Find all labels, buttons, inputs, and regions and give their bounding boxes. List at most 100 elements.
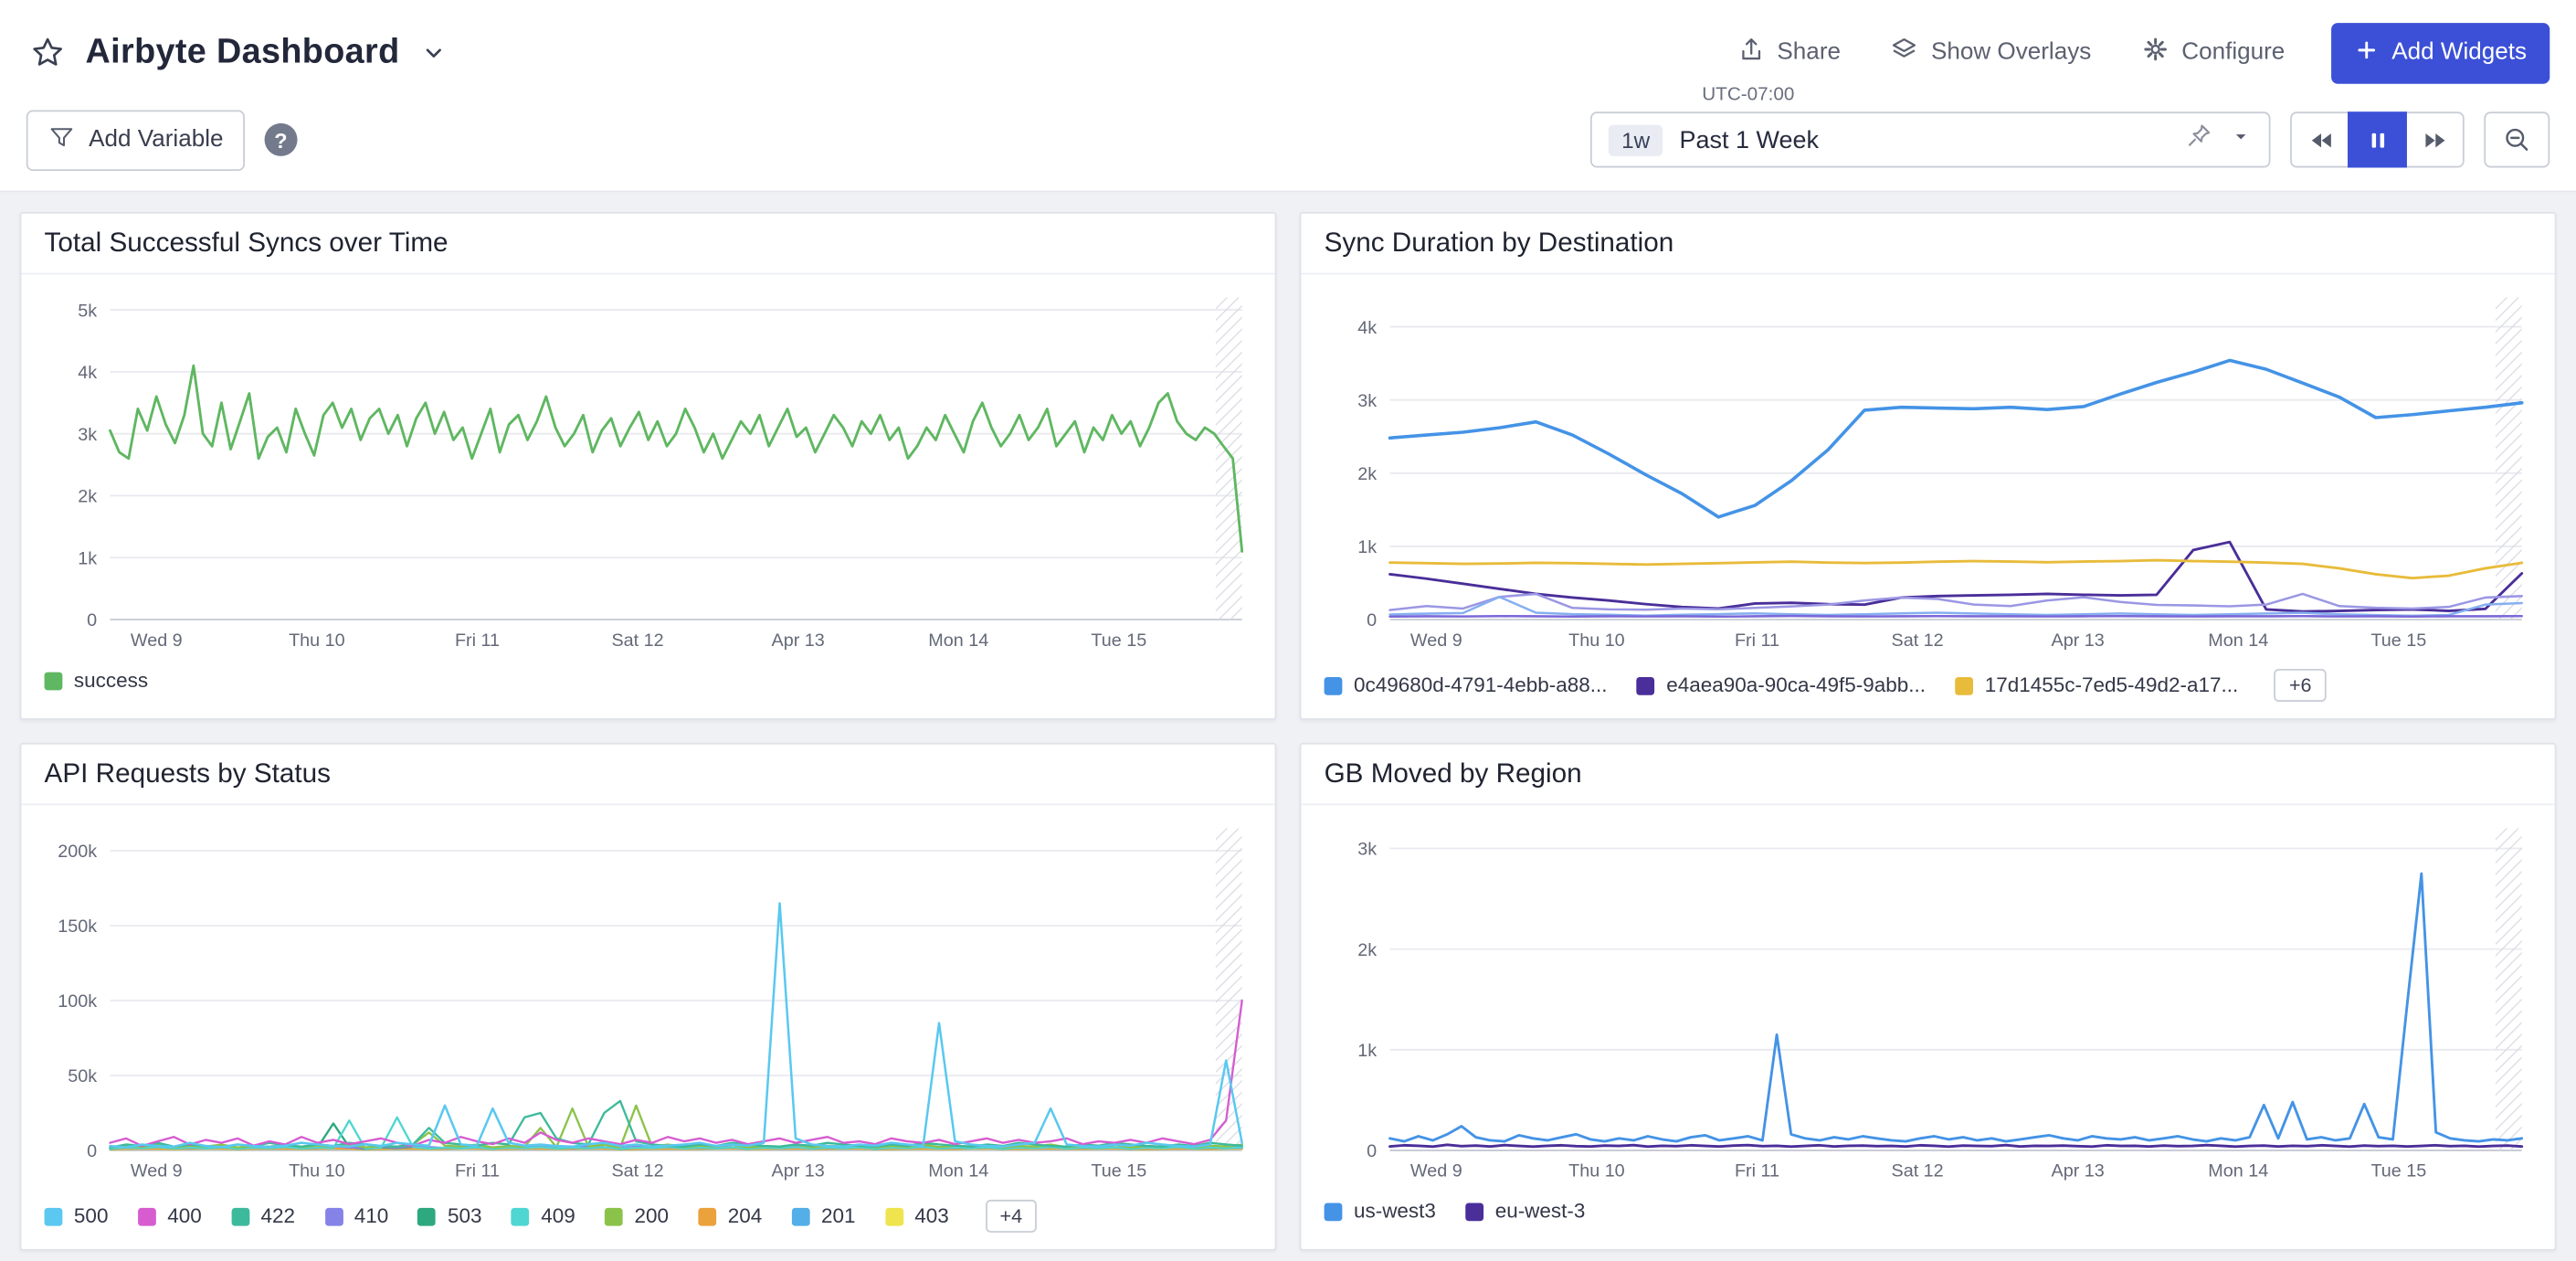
range-label: Past 1 Week bbox=[1680, 126, 2169, 154]
layers-icon bbox=[1890, 35, 1919, 71]
legend-label: eu-west-3 bbox=[1495, 1200, 1586, 1223]
legend-label: 503 bbox=[448, 1204, 482, 1227]
series-line-success[interactable] bbox=[110, 366, 1241, 551]
x-tick-label: Sat 12 bbox=[611, 1161, 663, 1182]
legend-item[interactable]: e4aea90a-90ca-49f5-9abb... bbox=[1637, 673, 1926, 696]
legend-label: 201 bbox=[821, 1204, 856, 1227]
time-controls: UTC-07:00 1w Past 1 Week bbox=[1590, 111, 2550, 167]
legend-item[interactable]: 17d1455c-7ed5-49d2-a17... bbox=[1955, 673, 2238, 696]
y-tick-label: 2k bbox=[78, 487, 97, 507]
widget-title: API Requests by Status bbox=[21, 745, 1274, 806]
y-tick-label: 0 bbox=[87, 1141, 97, 1161]
gear-icon bbox=[2140, 35, 2170, 71]
legend-item[interactable]: 200 bbox=[605, 1204, 669, 1227]
y-tick-label: 2k bbox=[1357, 464, 1377, 484]
y-tick-label: 1k bbox=[1357, 537, 1377, 557]
legend-item[interactable]: 400 bbox=[138, 1204, 202, 1227]
chart-legend: 500 400 422 410 503 409 200 204 201 403 +4 bbox=[21, 1187, 1274, 1249]
legend-overflow-badge[interactable]: +4 bbox=[985, 1200, 1037, 1233]
legend-color-chip bbox=[418, 1207, 437, 1225]
x-tick-label: Mon 14 bbox=[2208, 630, 2268, 651]
legend-item[interactable]: eu-west-3 bbox=[1465, 1200, 1585, 1223]
x-tick-label: Apr 13 bbox=[2052, 1161, 2105, 1182]
fast-forward-button[interactable] bbox=[2405, 111, 2465, 167]
widget-sync-duration-by-destination: Sync Duration by Destination 01k2k3k4kWe… bbox=[1300, 212, 2557, 720]
time-range-selector[interactable]: 1w Past 1 Week bbox=[1590, 111, 2271, 167]
y-tick-label: 0 bbox=[1367, 610, 1377, 630]
share-button[interactable]: Share bbox=[1733, 28, 1844, 78]
favorite-star-icon[interactable] bbox=[26, 31, 69, 74]
x-tick-label: Apr 13 bbox=[772, 1161, 825, 1182]
title-group: Airbyte Dashboard bbox=[26, 31, 452, 74]
legend-label: 422 bbox=[260, 1204, 295, 1227]
legend-item[interactable]: 201 bbox=[792, 1204, 856, 1227]
legend-color-chip bbox=[792, 1207, 810, 1225]
configure-label: Configure bbox=[2181, 39, 2285, 66]
pin-icon[interactable] bbox=[2185, 122, 2213, 158]
pause-button[interactable] bbox=[2348, 111, 2407, 167]
add-variable-button[interactable]: Add Variable bbox=[26, 110, 245, 171]
legend-label: 409 bbox=[541, 1204, 575, 1227]
legend-color-chip bbox=[698, 1207, 716, 1225]
widget-api-requests-by-status: API Requests by Status 050k100k150k200kW… bbox=[20, 743, 1277, 1251]
x-tick-label: Tue 15 bbox=[1091, 1161, 1146, 1182]
legend-item[interactable]: 410 bbox=[324, 1204, 388, 1227]
series-line-17d1455c[interactable] bbox=[1390, 560, 2522, 578]
share-label: Share bbox=[1777, 39, 1841, 66]
legend-label: 200 bbox=[635, 1204, 670, 1227]
future-hatch-region bbox=[2496, 298, 2522, 620]
y-tick-label: 3k bbox=[1357, 391, 1377, 411]
legend-overflow-badge[interactable]: +6 bbox=[2275, 669, 2327, 702]
legend-item[interactable]: 0c49680d-4791-4ebb-a88... bbox=[1325, 673, 1608, 696]
share-icon bbox=[1736, 35, 1765, 71]
series-line-dest-6[interactable] bbox=[1390, 616, 2522, 617]
help-icon[interactable]: ? bbox=[264, 123, 297, 156]
widget-grid: Total Successful Syncs over Time 01k2k3k… bbox=[0, 192, 2576, 1261]
future-hatch-region bbox=[2496, 828, 2522, 1150]
show-overlays-button[interactable]: Show Overlays bbox=[1886, 28, 2095, 78]
legend-color-chip bbox=[45, 672, 63, 690]
legend-label: 410 bbox=[354, 1204, 389, 1227]
x-tick-label: Apr 13 bbox=[2052, 630, 2105, 651]
legend-item[interactable]: 204 bbox=[698, 1204, 762, 1227]
configure-button[interactable]: Configure bbox=[2138, 28, 2288, 78]
zoom-out-button[interactable] bbox=[2484, 111, 2550, 167]
rewind-button[interactable] bbox=[2290, 111, 2349, 167]
legend-item[interactable]: 409 bbox=[512, 1204, 575, 1227]
series-line-400[interactable] bbox=[110, 1001, 1241, 1146]
y-tick-label: 4k bbox=[78, 363, 97, 383]
title-chevron-icon[interactable] bbox=[417, 35, 453, 71]
legend-item[interactable]: 503 bbox=[418, 1204, 482, 1227]
legend-color-chip bbox=[324, 1207, 343, 1225]
chart-canvas[interactable]: 050k100k150k200kWed 9Thu 10Fri 11Sat 12A… bbox=[31, 815, 1258, 1186]
legend-item[interactable]: 422 bbox=[231, 1204, 295, 1227]
widget-title: GB Moved by Region bbox=[1301, 745, 2554, 806]
x-tick-label: Fri 11 bbox=[455, 630, 500, 651]
chart-canvas[interactable]: 01k2k3k4kWed 9Thu 10Fri 11Sat 12Apr 13Mo… bbox=[1311, 284, 2538, 655]
chart-canvas[interactable]: 01k2k3kWed 9Thu 10Fri 11Sat 12Apr 13Mon … bbox=[1311, 815, 2538, 1186]
legend-item[interactable]: us-west3 bbox=[1325, 1200, 1436, 1223]
range-shortcut-chip[interactable]: 1w bbox=[1609, 124, 1663, 155]
x-tick-label: Wed 9 bbox=[131, 1161, 183, 1182]
legend-item[interactable]: 500 bbox=[45, 1204, 109, 1227]
series-line-us-west3[interactable] bbox=[1390, 874, 2522, 1141]
legend-item[interactable]: success bbox=[45, 669, 149, 692]
y-tick-label: 1k bbox=[1357, 1041, 1377, 1061]
x-tick-label: Mon 14 bbox=[928, 630, 988, 651]
playback-controls bbox=[2290, 111, 2465, 167]
add-widgets-button[interactable]: Add Widgets bbox=[2331, 22, 2550, 83]
series-line-eu-west-3[interactable] bbox=[1390, 1145, 2522, 1147]
legend-item[interactable]: 403 bbox=[885, 1204, 949, 1227]
legend-color-chip bbox=[1325, 676, 1343, 694]
range-caret-icon[interactable] bbox=[2230, 124, 2253, 155]
plus-icon bbox=[2354, 37, 2379, 68]
x-tick-label: Fri 11 bbox=[1735, 1161, 1779, 1182]
series-line-0c49680d[interactable] bbox=[1390, 360, 2522, 516]
series-line-500[interactable] bbox=[110, 903, 1241, 1147]
chart-svg: 01k2k3k4kWed 9Thu 10Fri 11Sat 12Apr 13Mo… bbox=[1311, 284, 2538, 655]
chart-legend: 0c49680d-4791-4ebb-a88... e4aea90a-90ca-4… bbox=[1301, 656, 2554, 718]
y-tick-label: 3k bbox=[1357, 840, 1377, 860]
y-tick-label: 0 bbox=[87, 610, 97, 630]
timezone-label: UTC-07:00 bbox=[1702, 86, 1794, 106]
chart-canvas[interactable]: 01k2k3k4k5kWed 9Thu 10Fri 11Sat 12Apr 13… bbox=[31, 284, 1258, 655]
